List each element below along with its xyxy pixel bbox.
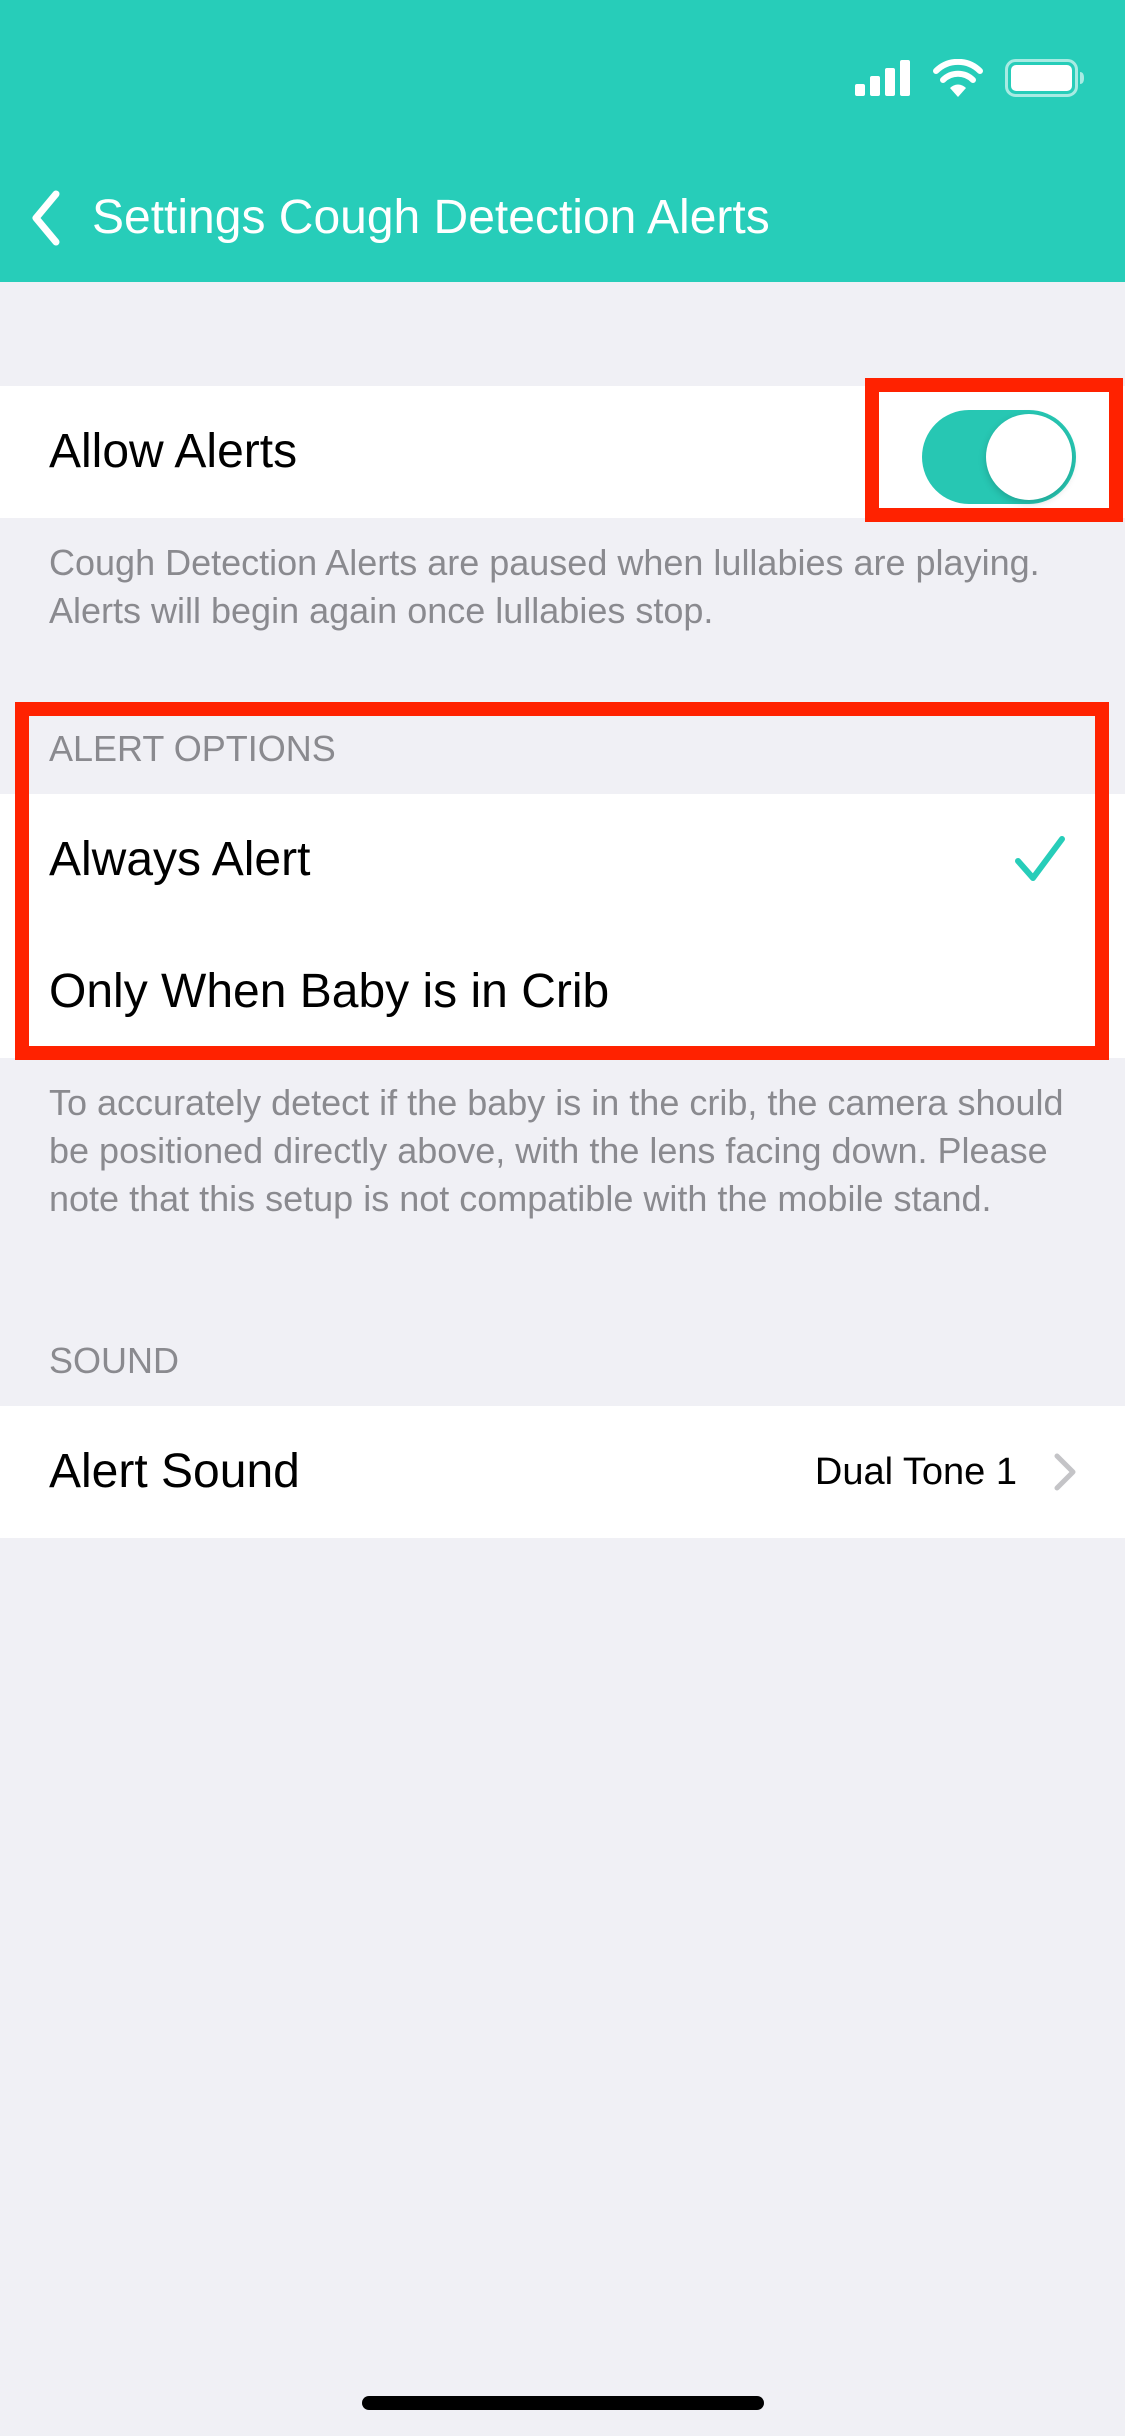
- option-only-when-baby-in-crib[interactable]: Only When Baby is in Crib: [0, 926, 1125, 1058]
- wifi-icon: [933, 59, 983, 97]
- alert-options-header: ALERT OPTIONS: [49, 728, 336, 769]
- allow-alerts-row: Allow Alerts: [0, 386, 1125, 518]
- checkmark-icon: [1015, 836, 1065, 881]
- alert-sound-label: Alert Sound: [49, 1445, 300, 1498]
- allow-alerts-toggle[interactable]: [922, 410, 1076, 504]
- toggle-knob: [986, 414, 1072, 500]
- option-label: Always Alert: [49, 833, 311, 886]
- chevron-left-icon[interactable]: [26, 188, 66, 248]
- allow-alerts-footnote: Cough Detection Alerts are paused when l…: [49, 542, 1040, 631]
- battery-icon: [1005, 59, 1084, 97]
- chevron-right-icon: [1054, 1453, 1076, 1491]
- option-label: Only When Baby is in Crib: [49, 965, 610, 1018]
- page-title: Settings Cough Detection Alerts: [92, 191, 770, 244]
- alert-options-footnote: To accurately detect if the baby is in t…: [49, 1082, 1064, 1219]
- option-always-alert[interactable]: Always Alert: [0, 794, 1125, 926]
- status-bar: [855, 56, 1085, 100]
- alert-sound-row[interactable]: Alert Sound Dual Tone 1: [0, 1406, 1125, 1538]
- cellular-signal-icon: [855, 60, 910, 96]
- home-indicator: [362, 2396, 764, 2410]
- sound-header: SOUND: [49, 1340, 180, 1381]
- alert-sound-value: Dual Tone 1: [814, 1451, 1017, 1493]
- app-header: Settings Cough Detection Alerts: [0, 0, 1125, 282]
- allow-alerts-label: Allow Alerts: [49, 425, 298, 478]
- navigation-bar: Settings Cough Detection Alerts: [0, 178, 1125, 258]
